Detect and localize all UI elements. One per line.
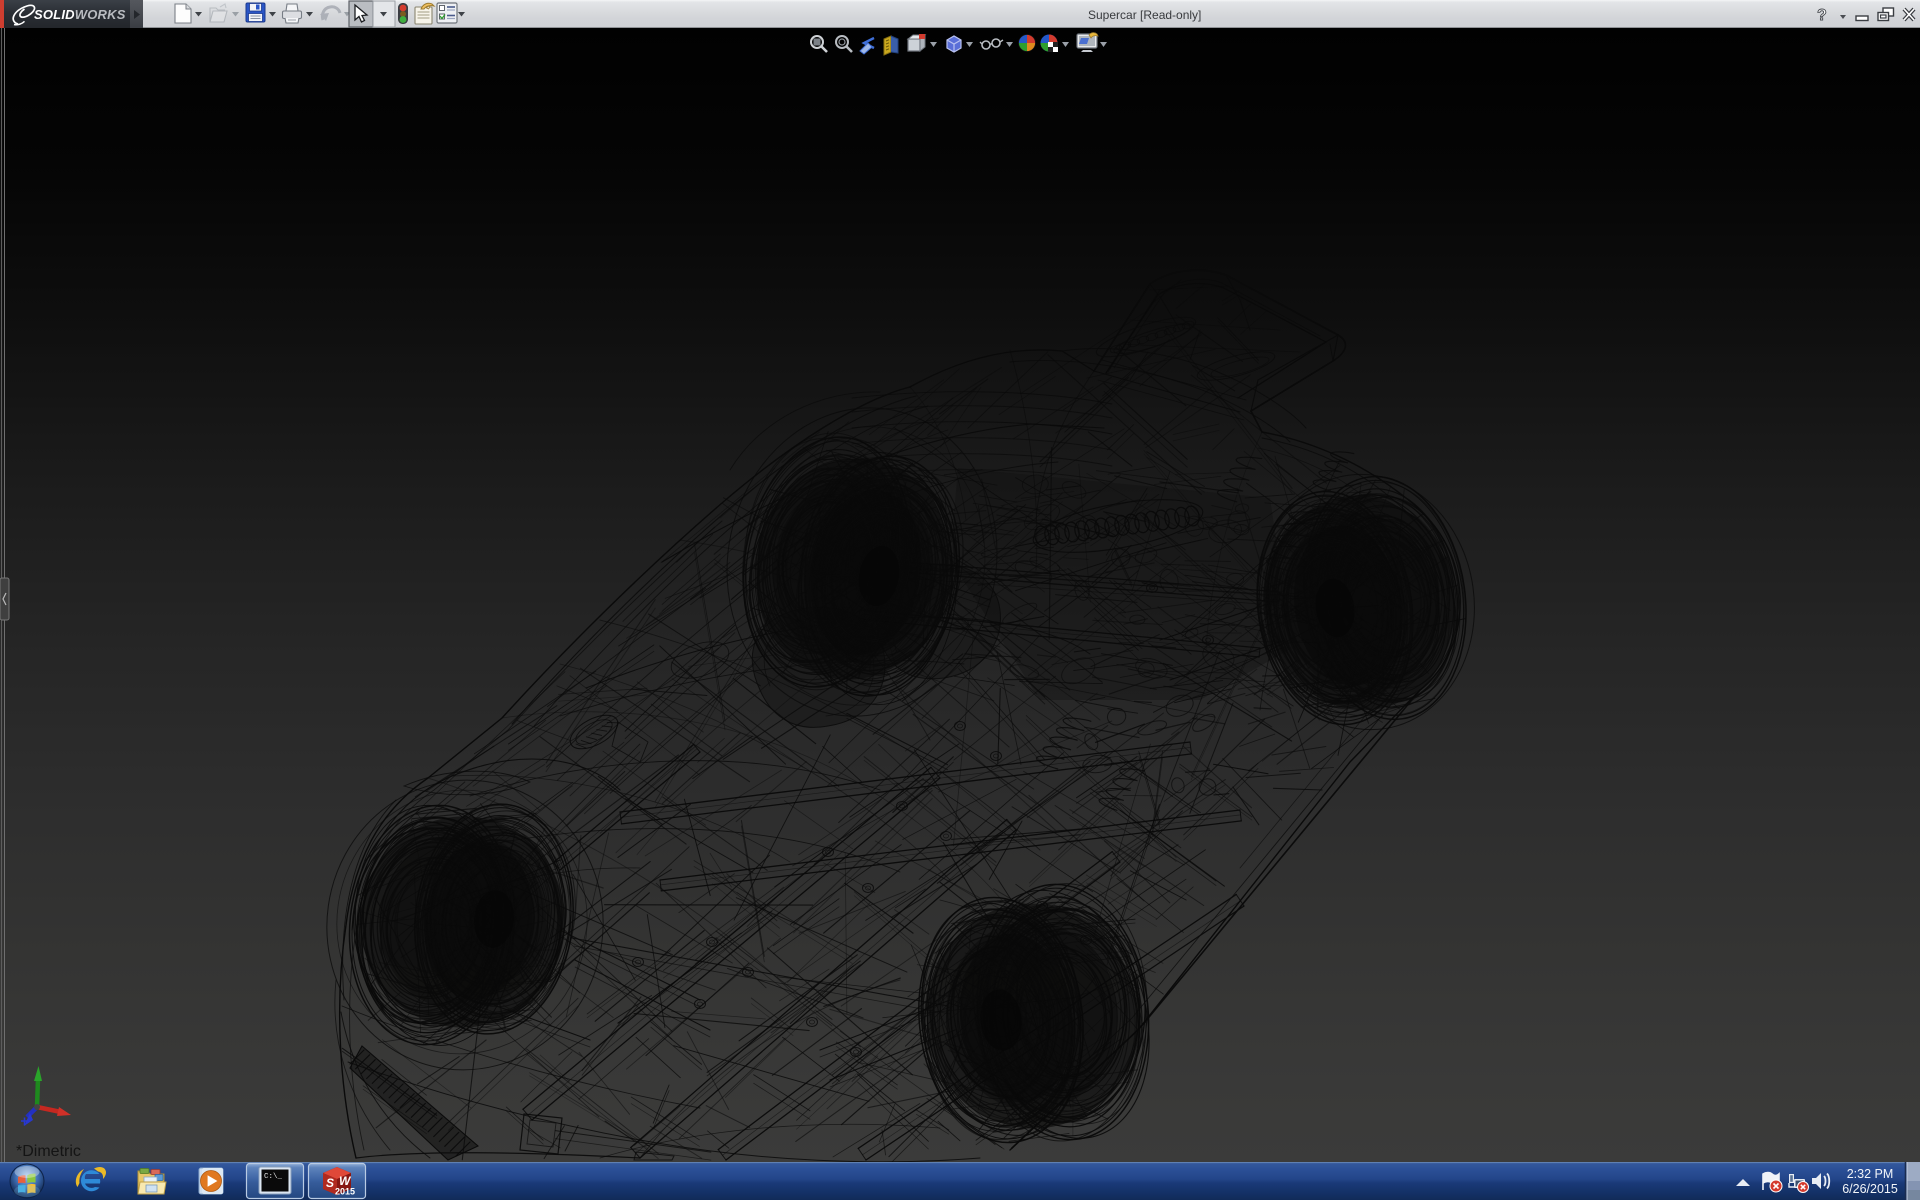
- svg-text:C:\_: C:\_: [264, 1173, 283, 1181]
- svg-text:2015: 2015: [335, 1187, 355, 1197]
- svg-text:S: S: [326, 1176, 334, 1190]
- svg-text:2:32 PM: 2:32 PM: [1847, 1167, 1894, 1181]
- svg-text:*Dimetric: *Dimetric: [16, 1143, 81, 1160]
- svg-text:6/26/2015: 6/26/2015: [1842, 1182, 1898, 1196]
- svg-text:?: ?: [1817, 7, 1827, 24]
